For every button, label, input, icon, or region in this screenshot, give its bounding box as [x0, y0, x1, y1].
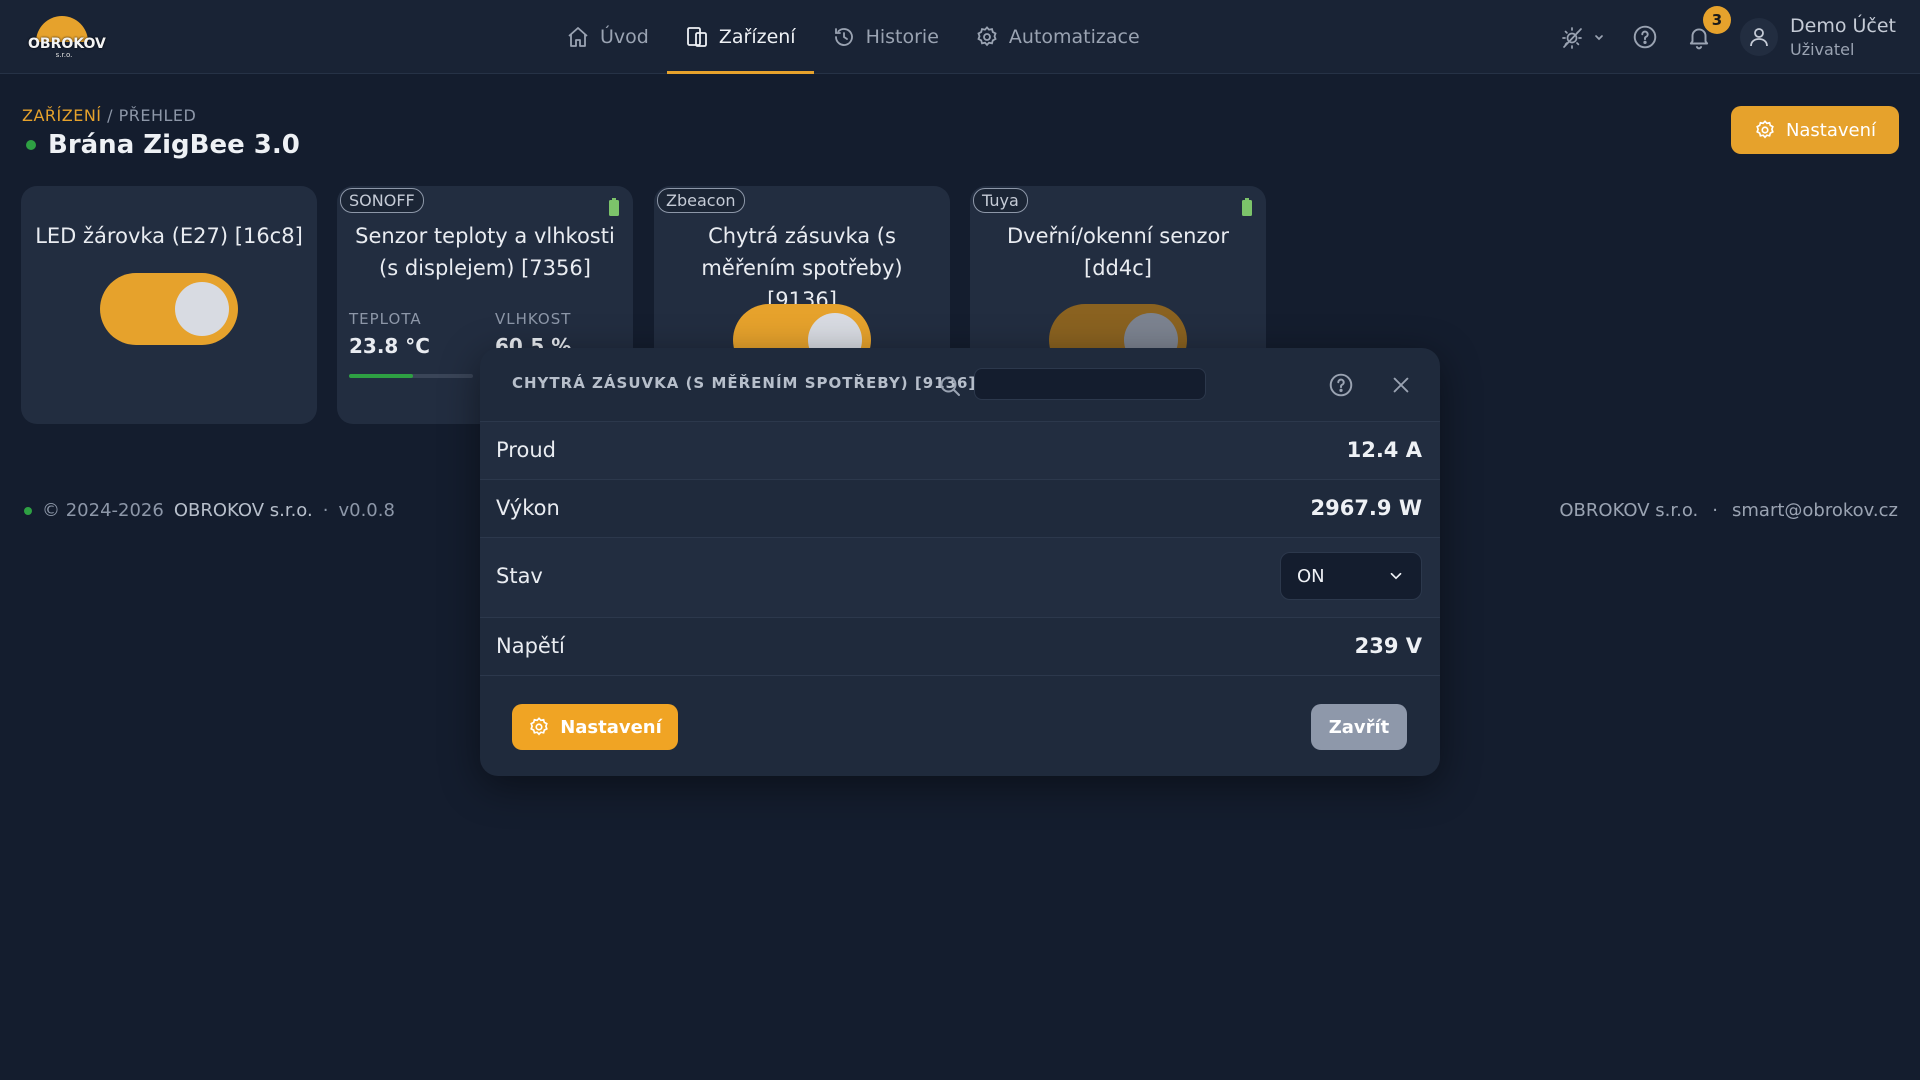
device-brand-tag: SONOFF [340, 188, 424, 213]
property-label: Stav [496, 564, 543, 588]
footer-version: v0.0.8 [338, 500, 395, 521]
stat-label-temperature: TEPLOTA [349, 310, 422, 328]
property-value: 2967.9 W [1310, 496, 1422, 520]
device-brand-tag: Zbeacon [657, 188, 745, 213]
page-title: Brána ZigBee 3.0 [48, 130, 300, 160]
modal-close-button[interactable]: Zavřít [1311, 704, 1407, 750]
modal-search-input[interactable] [974, 368, 1206, 400]
progress-fill [349, 374, 414, 378]
breadcrumb-separator: / [107, 106, 113, 125]
device-settings-button[interactable]: Nastavení [512, 704, 678, 750]
footer-company-link[interactable]: OBROKOV s.r.o. [1559, 500, 1698, 521]
nav-item-home[interactable]: Úvod [548, 0, 667, 74]
property-label: Napětí [496, 634, 565, 658]
modal-title: CHYTRÁ ZÁSUVKA (S MĚŘENÍM SPOTŘEBY) [913… [512, 374, 977, 392]
footer-left: © 2024-2026 OBROKOV s.r.o. · v0.0.8 [24, 500, 395, 521]
modal-header: CHYTRÁ ZÁSUVKA (S MĚŘENÍM SPOTŘEBY) [913… [480, 348, 1440, 422]
history-icon [834, 28, 853, 46]
battery-icon [1242, 198, 1252, 216]
footer-separator: · [322, 500, 329, 521]
property-value: 12.4 A [1346, 438, 1422, 462]
avatar[interactable] [1740, 18, 1778, 56]
help-icon[interactable] [1328, 372, 1354, 398]
device-settings-label: Nastavení [560, 716, 662, 738]
device-card-title: LED žárovka (E27) [16c8] [35, 224, 303, 248]
top-bar: OBROKOV s.r.o. Úvod Zařízení Historie Au… [0, 0, 1920, 74]
breadcrumb-parent[interactable]: ZAŘÍZENÍ [22, 106, 102, 125]
device-card-led-bulb[interactable]: LED žárovka (E27) [16c8] [21, 186, 317, 424]
user-icon [1750, 28, 1768, 47]
gear-icon [530, 717, 548, 736]
device-detail-modal: CHYTRÁ ZÁSUVKA (S MĚŘENÍM SPOTŘEBY) [913… [480, 348, 1440, 776]
notification-badge: 3 [1703, 6, 1731, 34]
logo[interactable]: OBROKOV s.r.o. [28, 14, 106, 60]
device-card-title: Senzor teploty a vlhkosti (s displejem) … [355, 224, 615, 280]
nav-item-devices[interactable]: Zařízení [666, 0, 814, 74]
devices-icon [686, 27, 707, 47]
footer-company[interactable]: OBROKOV s.r.o. [174, 500, 313, 521]
footer-status-dot [24, 506, 32, 515]
state-select-value: ON [1297, 565, 1325, 587]
breadcrumb-current: PŘEHLED [118, 106, 197, 125]
device-card-title: Chytrá zásuvka (s měřením spotřeby) [913… [701, 224, 903, 312]
toggle-knob [175, 282, 229, 336]
logo-subtext: s.r.o. [55, 51, 73, 59]
theme-auto-icon [1562, 27, 1603, 49]
status-dot [26, 140, 36, 150]
battery-icon [609, 198, 619, 216]
footer-copyright: © 2024-2026 [42, 500, 164, 521]
page-title-row: Brána ZigBee 3.0 [26, 130, 300, 160]
chevron-down-icon [1390, 572, 1402, 580]
search-icon [940, 376, 960, 396]
home-icon [568, 27, 588, 47]
logo-text: OBROKOV [28, 36, 106, 52]
property-row-state: Stav ON [480, 538, 1440, 618]
footer-email-link[interactable]: smart@obrokov.cz [1732, 500, 1898, 521]
gear-icon [1756, 120, 1774, 139]
gateway-settings-label: Nastavení [1785, 119, 1877, 141]
breadcrumb: ZAŘÍZENÍ / PŘEHLED [22, 106, 196, 125]
device-toggle[interactable] [100, 273, 238, 345]
property-value: 239 V [1354, 634, 1422, 658]
nav-item-label: Úvod [600, 26, 649, 48]
nav-item-label: Historie [865, 26, 939, 48]
state-select[interactable]: ON [1280, 552, 1422, 600]
user-role: Uživatel [1790, 40, 1855, 59]
property-label: Proud [496, 438, 556, 462]
property-row-voltage: Napětí 239 V [480, 618, 1440, 676]
nav-item-label: Automatizace [1008, 26, 1140, 48]
footer-separator: · [1712, 500, 1719, 521]
gear-icon [977, 26, 997, 47]
help-icon [1633, 25, 1657, 49]
help-button[interactable] [1632, 24, 1658, 50]
property-label: Výkon [496, 496, 560, 520]
nav-item-automation[interactable]: Automatizace [957, 0, 1158, 74]
device-card-title: Dveřní/okenní senzor [dd4c] [1007, 224, 1229, 280]
user-name[interactable]: Demo Účet [1790, 15, 1896, 37]
gateway-settings-button[interactable]: Nastavení [1731, 106, 1899, 154]
close-icon[interactable] [1390, 374, 1412, 396]
theme-toggle[interactable] [1560, 24, 1604, 50]
device-brand-tag: Tuya [973, 188, 1028, 213]
temperature-progress-bar [349, 374, 473, 378]
nav-item-label: Zařízení [718, 26, 796, 48]
stat-label-humidity: VLHKOST [495, 310, 572, 328]
property-row-current: Proud 12.4 A [480, 422, 1440, 480]
main-nav: Úvod Zařízení Historie Automatizace [548, 0, 1158, 74]
nav-item-history[interactable]: Historie [814, 0, 957, 74]
footer-right: OBROKOV s.r.o. · smart@obrokov.cz [1559, 500, 1898, 521]
property-row-power: Výkon 2967.9 W [480, 480, 1440, 538]
stat-value-temperature: 23.8 °C [349, 334, 430, 358]
